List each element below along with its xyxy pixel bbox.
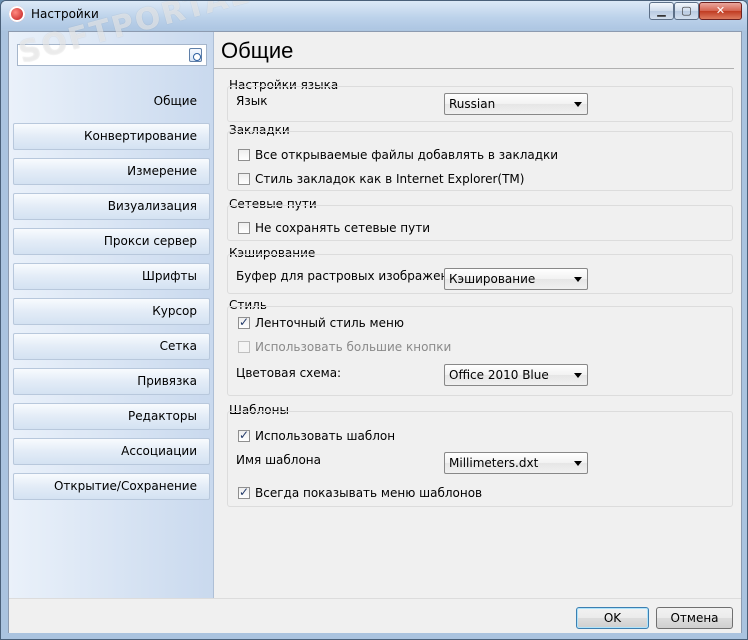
maximize-button[interactable]: ▢: [674, 2, 699, 20]
template-name-select[interactable]: Millimeters.dxt: [444, 452, 588, 474]
sidebar-item-label: Прокси сервер: [103, 234, 197, 248]
ie-style-checkbox[interactable]: [238, 173, 250, 185]
large-buttons-label: Использовать большие кнопки: [255, 340, 452, 354]
dont-save-network-label: Не сохранять сетевые пути: [255, 221, 431, 235]
sidebar-item-conversion[interactable]: Конвертирование: [13, 123, 210, 150]
cancel-button[interactable]: Отмена: [656, 607, 733, 629]
dialog-client: Общие Конвертирование Измерение Визуализ…: [8, 31, 742, 633]
sidebar-item-label: Общие: [153, 94, 197, 108]
sidebar-item-label: Ассоциации: [121, 444, 197, 458]
language-label: Язык: [236, 94, 268, 108]
template-name-label: Имя шаблона: [236, 453, 322, 467]
ribbon-menu-label: Ленточный стиль меню: [255, 316, 404, 330]
sidebar-item-label: Открытие/Сохранение: [53, 479, 197, 493]
sidebar-item-open-save[interactable]: Открытие/Сохранение: [13, 473, 210, 500]
close-icon: ✕: [715, 4, 726, 17]
sidebar-item-label: Измерение: [127, 164, 197, 178]
language-select[interactable]: Russian: [444, 93, 588, 115]
large-buttons-checkbox[interactable]: [238, 341, 250, 353]
sidebar-item-visualization[interactable]: Визуализация: [13, 193, 210, 220]
always-show-menu-checkbox[interactable]: [238, 485, 250, 499]
minimize-icon: ▁: [657, 4, 666, 17]
sidebar-item-fonts[interactable]: Шрифты: [13, 263, 210, 290]
sidebar-item-label: Конвертирование: [84, 129, 197, 143]
settings-panel: Общие Настройки языка Язык Russian Закла…: [214, 32, 741, 598]
raster-buffer-select[interactable]: Кэширование: [444, 268, 588, 290]
sidebar-item-grid[interactable]: Сетка: [13, 333, 210, 360]
sidebar-item-proxy[interactable]: Прокси сервер: [13, 228, 210, 255]
dont-save-network-checkbox[interactable]: [238, 222, 250, 234]
sidebar-item-editors[interactable]: Редакторы: [13, 403, 210, 430]
ok-button[interactable]: OK: [576, 607, 649, 629]
raster-buffer-select-value: Кэширование: [449, 272, 536, 286]
template-name-select-value: Millimeters.dxt: [449, 456, 539, 470]
maximize-icon: ▢: [681, 4, 692, 17]
sidebar-item-label: Редакторы: [128, 409, 197, 423]
chevron-down-icon: [574, 373, 582, 378]
sidebar-item-label: Визуализация: [107, 199, 197, 213]
color-scheme-select-value: Office 2010 Blue: [449, 368, 549, 382]
settings-window: Настройки ▁ ▢ ✕ Общие Конвертирование Из…: [0, 0, 748, 640]
add-all-files-label: Все открываемые файлы добавлять в заклад…: [255, 148, 559, 162]
sidebar-item-associations[interactable]: Ассоциации: [13, 438, 210, 465]
chevron-down-icon: [574, 461, 582, 466]
title-divider: [214, 68, 734, 69]
sidebar: Общие Конвертирование Измерение Визуализ…: [9, 32, 214, 598]
ie-style-label: Стиль закладок как в Internet Explorer(T…: [255, 172, 525, 186]
sidebar-item-label: Курсор: [152, 304, 197, 318]
chevron-down-icon: [574, 277, 582, 282]
add-all-files-checkbox[interactable]: [238, 149, 250, 161]
color-scheme-select[interactable]: Office 2010 Blue: [444, 364, 588, 386]
close-button[interactable]: ✕: [699, 2, 742, 20]
use-template-label: Использовать шаблон: [255, 429, 396, 443]
use-template-checkbox[interactable]: [238, 428, 250, 442]
language-select-value: Russian: [449, 97, 496, 111]
color-scheme-label: Цветовая схема:: [236, 366, 342, 380]
chevron-down-icon: [574, 102, 582, 107]
minimize-button[interactable]: ▁: [649, 2, 674, 20]
ribbon-menu-checkbox[interactable]: [238, 315, 250, 329]
sidebar-item-snap[interactable]: Привязка: [13, 368, 210, 395]
app-icon: [9, 6, 25, 22]
dialog-footer: OK Отмена: [9, 598, 741, 633]
sidebar-item-measurement[interactable]: Измерение: [13, 158, 210, 185]
sidebar-item-cursor[interactable]: Курсор: [13, 298, 210, 325]
sidebar-item-label: Шрифты: [142, 269, 197, 283]
always-show-menu-label: Всегда показывать меню шаблонов: [255, 486, 483, 500]
sidebar-item-label: Привязка: [137, 374, 197, 388]
sidebar-item-label: Сетка: [159, 339, 197, 353]
raster-buffer-label: Буфер для растровых изображений:: [236, 269, 468, 283]
